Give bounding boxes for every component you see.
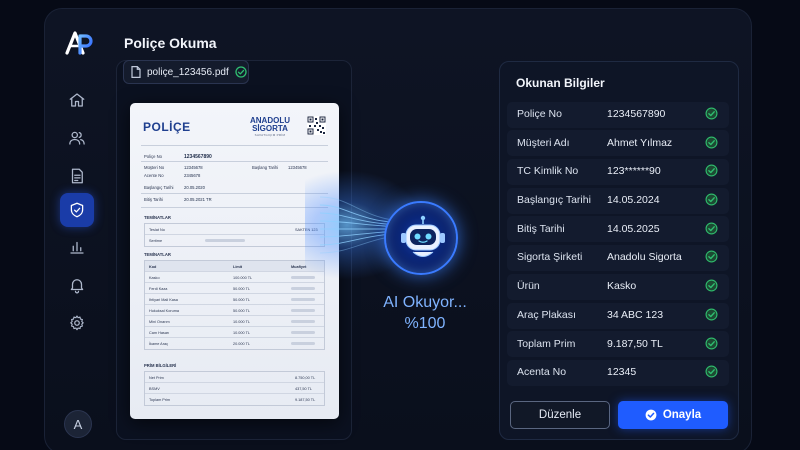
info-value: Kasko (607, 280, 637, 293)
info-value: Anadolu Sigorta (607, 251, 682, 264)
premium-table: Net Prim 8.750,00 TL BSMV 437,50 TL Toplam… (144, 371, 325, 406)
info-key: Bitiş Tarihi (517, 222, 565, 235)
ai-robot-badge (384, 201, 458, 275)
info-value: 9.187,50 TL (607, 337, 663, 350)
sidebar-item-documents[interactable] (60, 159, 94, 193)
info-key: Acenta No (517, 366, 567, 379)
shield-check-icon (70, 202, 84, 218)
info-value: 123******90 (607, 165, 661, 178)
info-value: 1234567890 (607, 108, 666, 120)
info-value: 14.05.2024 (607, 194, 660, 207)
check-circle-icon (705, 222, 718, 235)
robot-icon (401, 215, 445, 257)
divider (141, 145, 328, 146)
document-icon (71, 168, 83, 184)
check-circle-icon (705, 135, 718, 149)
info-key: Araç Plakası (517, 308, 576, 321)
approve-label: Onayla (662, 409, 702, 421)
info-row: Ürün Kasko (507, 272, 729, 301)
document-title: POLİÇE (143, 120, 191, 134)
sidebar: A (56, 20, 100, 440)
home-icon (69, 93, 85, 107)
file-name: poliçe_123456.pdf (147, 66, 229, 78)
info-row: Araç Plakası 34 ABC 123 (507, 301, 729, 330)
check-circle-icon (705, 336, 718, 350)
info-key: Toplam Prim (517, 337, 576, 350)
sidebar-item-users[interactable] (60, 121, 94, 155)
info-row: TC Kimlik No 123******90 (507, 157, 729, 186)
info-row: Müşteri Adı Ahmet Yılmaz (507, 129, 729, 158)
sidebar-item-security[interactable] (60, 193, 94, 227)
check-circle-icon (705, 279, 718, 292)
bar-chart-icon (70, 241, 84, 254)
info-value: 34 ABC 123 (607, 308, 664, 321)
section-title: TEMİNATLAR (144, 215, 171, 220)
check-circle-icon (645, 409, 657, 421)
coverage-table: Kod Limit Muafiyet Kasko 100.000 TL Ferdi K… (144, 260, 325, 350)
check-circle-icon (705, 164, 718, 178)
info-value: 12345 (607, 366, 637, 379)
info-key: Müşteri Adı (517, 136, 570, 149)
info-key: Poliçe No (517, 108, 562, 120)
file-chip[interactable]: poliçe_123456.pdf (123, 60, 249, 84)
divider (141, 207, 328, 208)
info-panel-title: Okunan Bilgiler (516, 76, 605, 90)
page-title: Poliçe Okuma (124, 35, 217, 51)
brand-tagline: SAVATGIÇIM PRİM (254, 133, 286, 137)
info-list: Poliçe No 1234567890 Müşteri Adı Ahmet Yılm… (507, 100, 729, 387)
info-value: Ahmet Yılmaz (607, 136, 673, 149)
info-row: Sigorta Şirketi Anadolu Sigorta (507, 243, 729, 272)
brand-line-2: SİGORTA (252, 124, 288, 133)
sidebar-item-notifications[interactable] (60, 268, 94, 302)
section-title: PRİM BİLGİLERİ (144, 363, 177, 368)
info-value: 14.05.2025 (607, 222, 660, 235)
avatar[interactable]: A (64, 410, 92, 438)
gear-icon (70, 315, 84, 331)
info-key: Başlangıç Tarihi (517, 194, 591, 207)
info-row: Başlangıç Tarihi 14.05.2024 (507, 186, 729, 215)
qr-code-icon (307, 116, 326, 135)
divider (141, 193, 328, 194)
info-row: Acenta No 12345 (507, 358, 729, 387)
check-circle-icon (705, 107, 718, 120)
info-row: Poliçe No 1234567890 (507, 100, 729, 129)
sidebar-item-home[interactable] (60, 83, 94, 117)
check-circle-icon (705, 365, 718, 378)
app-logo-icon[interactable] (62, 26, 96, 60)
info-key: TC Kimlik No (517, 165, 579, 178)
check-circle-icon (705, 250, 718, 264)
check-circle-icon (705, 308, 718, 321)
info-key: Ürün (517, 280, 540, 293)
section-title: TEMİNATLAR (144, 252, 171, 257)
approve-button[interactable]: Onayla (618, 401, 728, 429)
check-circle-icon (235, 66, 247, 78)
sidebar-item-reports[interactable] (60, 230, 94, 264)
check-circle-icon (705, 193, 718, 206)
bell-icon (70, 279, 84, 294)
info-key: Sigorta Şirketi (517, 251, 583, 264)
info-row: Bitiş Tarihi 14.05.2025 (507, 215, 729, 244)
sidebar-item-settings[interactable] (60, 306, 94, 340)
ai-progress-percent: %100 (404, 315, 446, 332)
section-table: Teslat NoSAKTEN 123 Sertime (144, 223, 325, 247)
edit-button[interactable]: Düzenle (510, 401, 610, 429)
file-icon (131, 66, 141, 78)
divider (141, 161, 328, 162)
users-icon (69, 131, 85, 145)
info-row: Toplam Prim 9.187,50 TL (507, 330, 729, 359)
ai-status-label: AI Okuyor... (383, 294, 467, 311)
insurer-brand: ANADOLU SİGORTA SAVATGIÇIM PRİM (240, 117, 300, 138)
